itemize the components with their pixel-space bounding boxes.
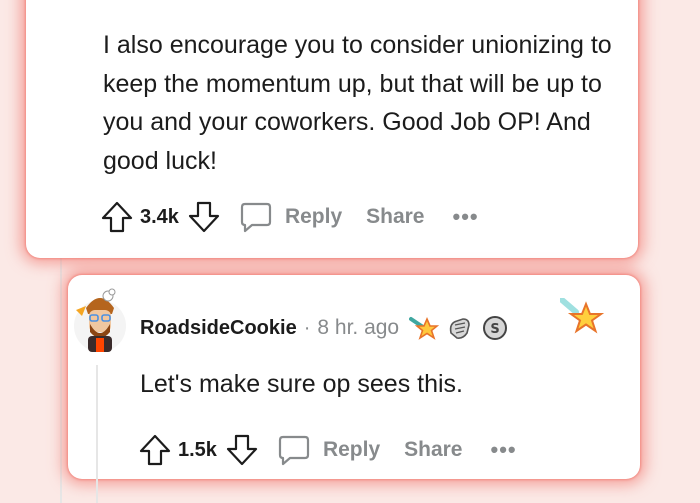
more-options-button[interactable]: •••: [491, 437, 517, 463]
reply-button[interactable]: Reply: [239, 200, 342, 234]
comment-body: I also encourage you to consider unioniz…: [103, 31, 612, 175]
vote-score: 3.4k: [140, 205, 179, 228]
comment-meta: RoadsideCookie · 8 hr. ago S: [140, 313, 515, 343]
reply-button[interactable]: Reply: [277, 433, 380, 467]
speech-bubble-icon: [278, 435, 310, 466]
downvote-icon[interactable]: [187, 200, 221, 234]
share-button[interactable]: Share: [404, 438, 462, 462]
comment-actions: 3.4k Reply Share •••: [100, 200, 479, 234]
hands-award-icon: [449, 318, 470, 339]
username-link[interactable]: RoadsideCookie: [140, 317, 297, 340]
awards-list[interactable]: S: [409, 313, 515, 343]
silver-award-icon: S: [483, 316, 508, 340]
upvote-icon[interactable]: [100, 200, 134, 234]
star-award-icon[interactable]: [560, 298, 604, 342]
meta-separator: ·: [303, 316, 311, 339]
reply-thread-line[interactable]: [96, 365, 98, 503]
rocket-star-award-icon: [409, 316, 440, 340]
vote-score: 1.5k: [178, 438, 217, 461]
upvote-icon[interactable]: [138, 433, 172, 467]
comment-card-highlighted: I also encourage you to consider unioniz…: [26, 0, 638, 258]
reply-label: Reply: [322, 438, 381, 461]
svg-text:S: S: [490, 322, 499, 337]
comment-body: Let's make sure op sees this.: [140, 370, 463, 398]
timestamp[interactable]: 8 hr. ago: [317, 316, 399, 340]
user-avatar[interactable]: [72, 286, 128, 354]
downvote-icon[interactable]: [225, 433, 259, 467]
speech-bubble-icon: [240, 202, 272, 233]
comment-actions: 1.5k Reply Share •••: [138, 433, 517, 467]
share-button[interactable]: Share: [366, 205, 424, 229]
reply-label: Reply: [284, 205, 343, 228]
more-options-button[interactable]: •••: [453, 204, 479, 230]
